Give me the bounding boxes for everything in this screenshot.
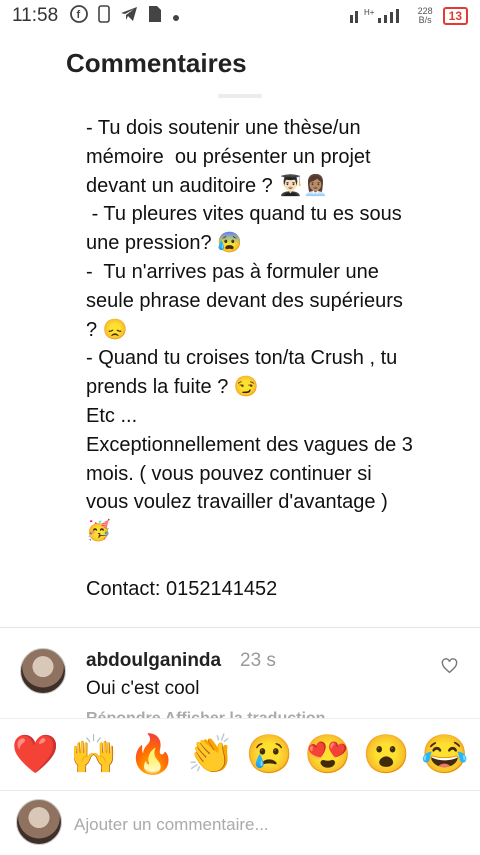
- sheet-grabber[interactable]: [218, 94, 262, 98]
- commenter-avatar[interactable]: [20, 648, 66, 694]
- emoji-fire[interactable]: 🔥: [129, 735, 176, 775]
- emoji-reaction-bar: ❤️ 🙌 🔥 👏 😢 😍 😮 😂: [0, 718, 480, 790]
- user-avatar: [16, 799, 62, 845]
- svg-text:f: f: [77, 9, 81, 21]
- telegram-icon: [120, 6, 138, 27]
- emoji-surprised[interactable]: 😮: [363, 735, 410, 775]
- comment-input-bar: [0, 790, 480, 855]
- comment-username[interactable]: abdoulganinda: [86, 650, 221, 672]
- signal-icon: H+: [348, 6, 408, 27]
- post-caption: - Tu dois soutenir une thèse/un mémoire …: [86, 117, 413, 600]
- sim-icon: [148, 5, 162, 28]
- network-type: H+: [364, 8, 375, 17]
- emoji-crying[interactable]: 😢: [246, 735, 293, 775]
- page-title: Commentaires: [66, 48, 247, 78]
- facebook-icon: f: [70, 4, 89, 28]
- comment-input[interactable]: [72, 811, 456, 839]
- phone-icon: [98, 4, 110, 28]
- comment-time: 23 s: [240, 650, 276, 671]
- net-speed-unit: B/s: [418, 15, 432, 25]
- emoji-clapping[interactable]: 👏: [187, 735, 234, 775]
- battery-icon: 13: [442, 7, 468, 25]
- divider: [0, 627, 480, 628]
- emoji-heart-eyes[interactable]: 😍: [304, 735, 351, 775]
- emoji-heart[interactable]: ❤️: [12, 735, 59, 775]
- like-heart-icon[interactable]: [441, 658, 458, 679]
- emoji-laughing[interactable]: 😂: [421, 735, 468, 775]
- comment-text: Oui c'est cool: [86, 678, 200, 699]
- emoji-raised-hands[interactable]: 🙌: [70, 735, 117, 775]
- dot-icon: [172, 6, 180, 27]
- status-right: H+ 228 B/s 13: [348, 6, 468, 27]
- comment-item: abdoulganinda 23 s Oui c'est cool Répond…: [0, 640, 480, 720]
- status-time: 11:58: [12, 5, 59, 26]
- net-speed: 228 B/s: [418, 7, 433, 25]
- status-bar: 11:58 f H+ 228 B/s 13: [0, 0, 480, 32]
